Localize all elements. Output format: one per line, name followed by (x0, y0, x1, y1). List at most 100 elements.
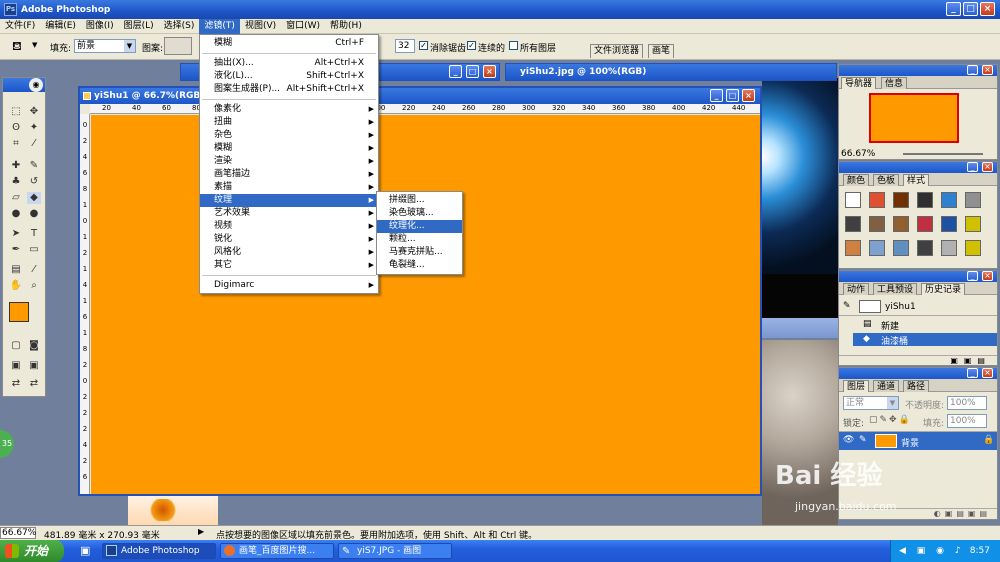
document-window-yishu1[interactable]: yiShu1 @ 66.7%(RGB) _ □ × 20406080100120… (78, 86, 762, 496)
clock[interactable]: 8:57 (970, 546, 990, 556)
hand-tool-icon[interactable]: ✋ (9, 280, 23, 292)
screen-mode-icon[interactable]: ▣ (9, 360, 23, 372)
arrow-icon[interactable]: ▶ (198, 527, 204, 536)
standard-mode-icon[interactable]: ▢ (9, 340, 23, 352)
tab-navigator[interactable]: 导航器 (841, 77, 877, 89)
texture-stained-glass[interactable]: 染色玻璃... (377, 207, 462, 220)
tab-swatches[interactable]: 色板 (873, 174, 900, 186)
maximize-button[interactable]: □ (726, 89, 739, 102)
filter-sketch[interactable]: 素描 ▶ (200, 181, 378, 194)
crop-tool-icon[interactable]: ⌗ (9, 138, 23, 150)
navigator-zoom[interactable]: 66.67% (841, 149, 875, 159)
filter-stylize[interactable]: 风格化 ▶ (200, 246, 378, 259)
minimize-button[interactable]: _ (967, 368, 978, 378)
quick-mask-icon[interactable]: ◙ (27, 340, 41, 352)
menu-help[interactable]: 帮助(H) (325, 19, 367, 34)
filter-pattern-maker[interactable]: 图案生成器(P)... Alt+Shift+Ctrl+X (200, 83, 378, 96)
maximize-button[interactable]: □ (466, 65, 479, 78)
menu-select[interactable]: 选择(S) (159, 19, 200, 34)
blur-tool-icon[interactable]: ● (9, 208, 23, 220)
tab-actions[interactable]: 动作 (843, 283, 870, 295)
filter-brush-strokes[interactable]: 画笔描边 ▶ (200, 168, 378, 181)
style-swatch[interactable] (869, 192, 885, 208)
taskbar-item-photoshop[interactable]: Adobe Photoshop (102, 543, 216, 559)
minimize-button[interactable]: _ (967, 271, 978, 281)
filter-render[interactable]: 渲染 ▶ (200, 155, 378, 168)
brush-tool-icon[interactable]: ✎ (27, 160, 41, 172)
eyedropper-icon[interactable]: ⁄ (27, 264, 41, 276)
style-swatch[interactable] (965, 192, 981, 208)
lasso-tool-icon[interactable]: ʘ (9, 122, 23, 134)
paint-bucket-icon[interactable]: ⛾ (12, 39, 22, 55)
tab-layers[interactable]: 图层 (843, 380, 870, 392)
style-swatch[interactable] (893, 192, 909, 208)
style-swatch[interactable] (965, 240, 981, 256)
minimize-button[interactable]: _ (967, 162, 978, 172)
history-item-selected[interactable]: ◆ 油漆桶 (853, 333, 997, 347)
canvas[interactable] (91, 115, 760, 494)
tray-icons[interactable]: ◀ ▣ ◉ ♪ (899, 540, 965, 562)
imageready-icon[interactable]: ⇄ (9, 378, 23, 390)
navigator-preview[interactable] (869, 93, 959, 143)
healing-brush-icon[interactable]: ✚ (9, 160, 23, 172)
tab-brushes[interactable]: 画笔 (648, 44, 675, 58)
chevron-down-icon[interactable]: ▼ (32, 41, 37, 49)
magic-wand-icon[interactable]: ✦ (27, 122, 41, 134)
zoom-tool-icon[interactable]: ⌕ (27, 280, 41, 292)
antialias-checkbox[interactable]: ✓ (419, 41, 428, 50)
minimize-button[interactable]: _ (710, 89, 723, 102)
status-zoom[interactable]: 66.67% (0, 527, 36, 539)
type-tool-icon[interactable]: T (27, 228, 41, 240)
style-swatch[interactable] (893, 216, 909, 232)
style-swatch[interactable] (941, 192, 957, 208)
filter-extract[interactable]: 抽出(X)... Alt+Ctrl+X (200, 57, 378, 70)
filter-distort[interactable]: 扭曲 ▶ (200, 116, 378, 129)
maximize-button[interactable]: □ (963, 2, 978, 16)
all-layers-checkbox[interactable] (509, 41, 518, 50)
tab-tool-presets[interactable]: 工具预设 (873, 283, 918, 295)
close-button[interactable]: × (980, 2, 995, 16)
style-swatch[interactable] (845, 216, 861, 232)
close-button[interactable]: × (982, 368, 993, 378)
fullscreen-mode-icon[interactable]: ▣ (27, 360, 41, 372)
style-swatch[interactable] (941, 240, 957, 256)
tab-styles[interactable]: 样式 (903, 174, 930, 186)
foreground-color-swatch[interactable] (9, 302, 29, 322)
eraser-tool-icon[interactable]: ▱ (9, 192, 23, 204)
close-button[interactable]: × (982, 162, 993, 172)
opacity-input[interactable]: 100% (947, 396, 987, 410)
eye-icon[interactable]: ◉ (29, 78, 43, 92)
fill-input[interactable]: 100% (947, 414, 987, 428)
jump-to-icon[interactable]: ⇄ (27, 378, 41, 390)
move-tool-icon[interactable]: ✥ (27, 106, 41, 118)
menu-window[interactable]: 窗口(W) (281, 19, 325, 34)
fill-select[interactable]: 前景 ▼ (74, 39, 136, 53)
style-swatch[interactable] (917, 216, 933, 232)
filter-pixelate[interactable]: 像素化 ▶ (200, 103, 378, 116)
menu-image[interactable]: 图像(I) (81, 19, 119, 34)
minimize-button[interactable]: _ (967, 65, 978, 75)
tab-paths[interactable]: 路径 (903, 380, 930, 392)
tab-channels[interactable]: 通道 (873, 380, 900, 392)
minimize-button[interactable]: _ (946, 2, 961, 16)
style-swatch[interactable] (845, 240, 861, 256)
menu-filter[interactable]: 滤镜(T) (199, 18, 240, 34)
pattern-picker[interactable] (164, 37, 192, 55)
history-footer-buttons[interactable]: ▣▣▤ (839, 355, 997, 365)
menu-edit[interactable]: 编辑(E) (40, 19, 81, 34)
history-brush-icon[interactable]: ↺ (27, 176, 41, 188)
style-swatch[interactable] (941, 216, 957, 232)
filter-liquify[interactable]: 液化(L)... Shift+Ctrl+X (200, 70, 378, 83)
show-desktop-icon[interactable]: ▣ (80, 544, 90, 557)
style-swatch[interactable] (917, 240, 933, 256)
style-swatch[interactable] (869, 240, 885, 256)
tab-file-browser[interactable]: 文件浏览器 (590, 44, 644, 58)
tab-info[interactable]: 信息 (881, 77, 908, 89)
slice-tool-icon[interactable]: ⁄ (27, 138, 41, 150)
menu-layer[interactable]: 图层(L) (119, 19, 159, 34)
filter-digimarc[interactable]: Digimarc ▶ (200, 279, 378, 292)
texture-texturizer[interactable]: 纹理化... (377, 220, 462, 233)
style-swatch[interactable] (893, 240, 909, 256)
texture-patchwork[interactable]: 拼缀图... (377, 194, 462, 207)
filter-sharpen[interactable]: 锐化 ▶ (200, 233, 378, 246)
